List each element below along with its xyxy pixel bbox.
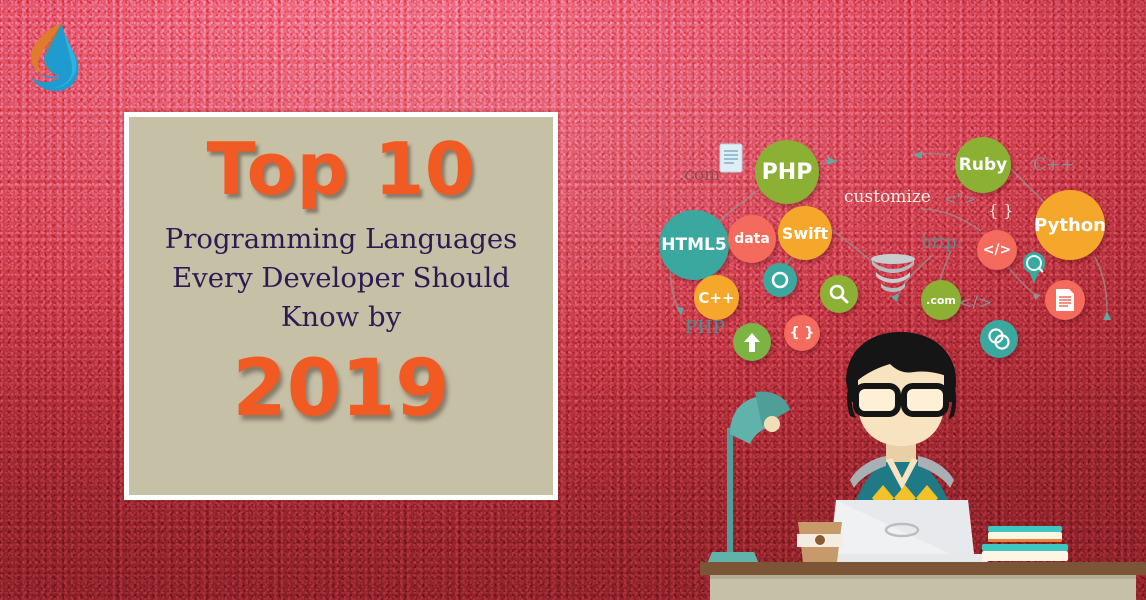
page-document-icon (719, 143, 743, 173)
desk (700, 562, 1146, 600)
cluster-label-com: .com (679, 165, 721, 185)
search-icon (820, 275, 858, 313)
dot-com-icon: .com (921, 280, 961, 320)
circle-outline-icon (763, 263, 797, 297)
laptop-icon (818, 500, 988, 562)
page-title-subtitle: Programming Languages Every Developer Sh… (129, 220, 553, 337)
page-title-top: Top 10 (206, 127, 476, 211)
subtitle-line-2: Every Developer Should (172, 261, 510, 294)
banner-canvas: Top 10 Programming Languages Every Devel… (0, 0, 1146, 600)
bubble-data: data (728, 215, 776, 263)
funnel-filter-icon (869, 253, 917, 299)
bubble-swift: Swift (778, 206, 832, 260)
title-card: Top 10 Programming Languages Every Devel… (124, 112, 558, 500)
cluster-label-: <"> (944, 190, 977, 208)
bubble-cpp: C++ (694, 275, 739, 320)
bubble-ruby: Ruby (955, 137, 1011, 193)
bubble-python: Python (1034, 190, 1106, 260)
page-title-year: 2019 (232, 343, 450, 434)
cluster-label-: { } (988, 201, 1014, 220)
subtitle-line-1: Programming Languages (164, 222, 518, 255)
pin-marker-icon (1021, 251, 1047, 285)
coffee-cup-icon (797, 522, 843, 562)
cluster-label-customize: customize (844, 187, 931, 207)
desk-lamp-icon (706, 391, 790, 566)
developer-at-desk-illustration (700, 330, 1146, 600)
brand-logo-icon (22, 20, 84, 98)
bubble-php: PHP (755, 140, 819, 204)
code-tag-icon: </> (977, 230, 1017, 270)
document-lines-icon (1045, 280, 1085, 320)
cluster-label-c: C++ (1033, 155, 1075, 175)
subtitle-line-3: Know by (280, 300, 402, 333)
bubble-html5: HTML5 (659, 210, 729, 280)
cluster-label-: </> (958, 293, 993, 313)
cluster-label-http: http: (921, 233, 963, 253)
book-stack-icon (982, 526, 1068, 561)
